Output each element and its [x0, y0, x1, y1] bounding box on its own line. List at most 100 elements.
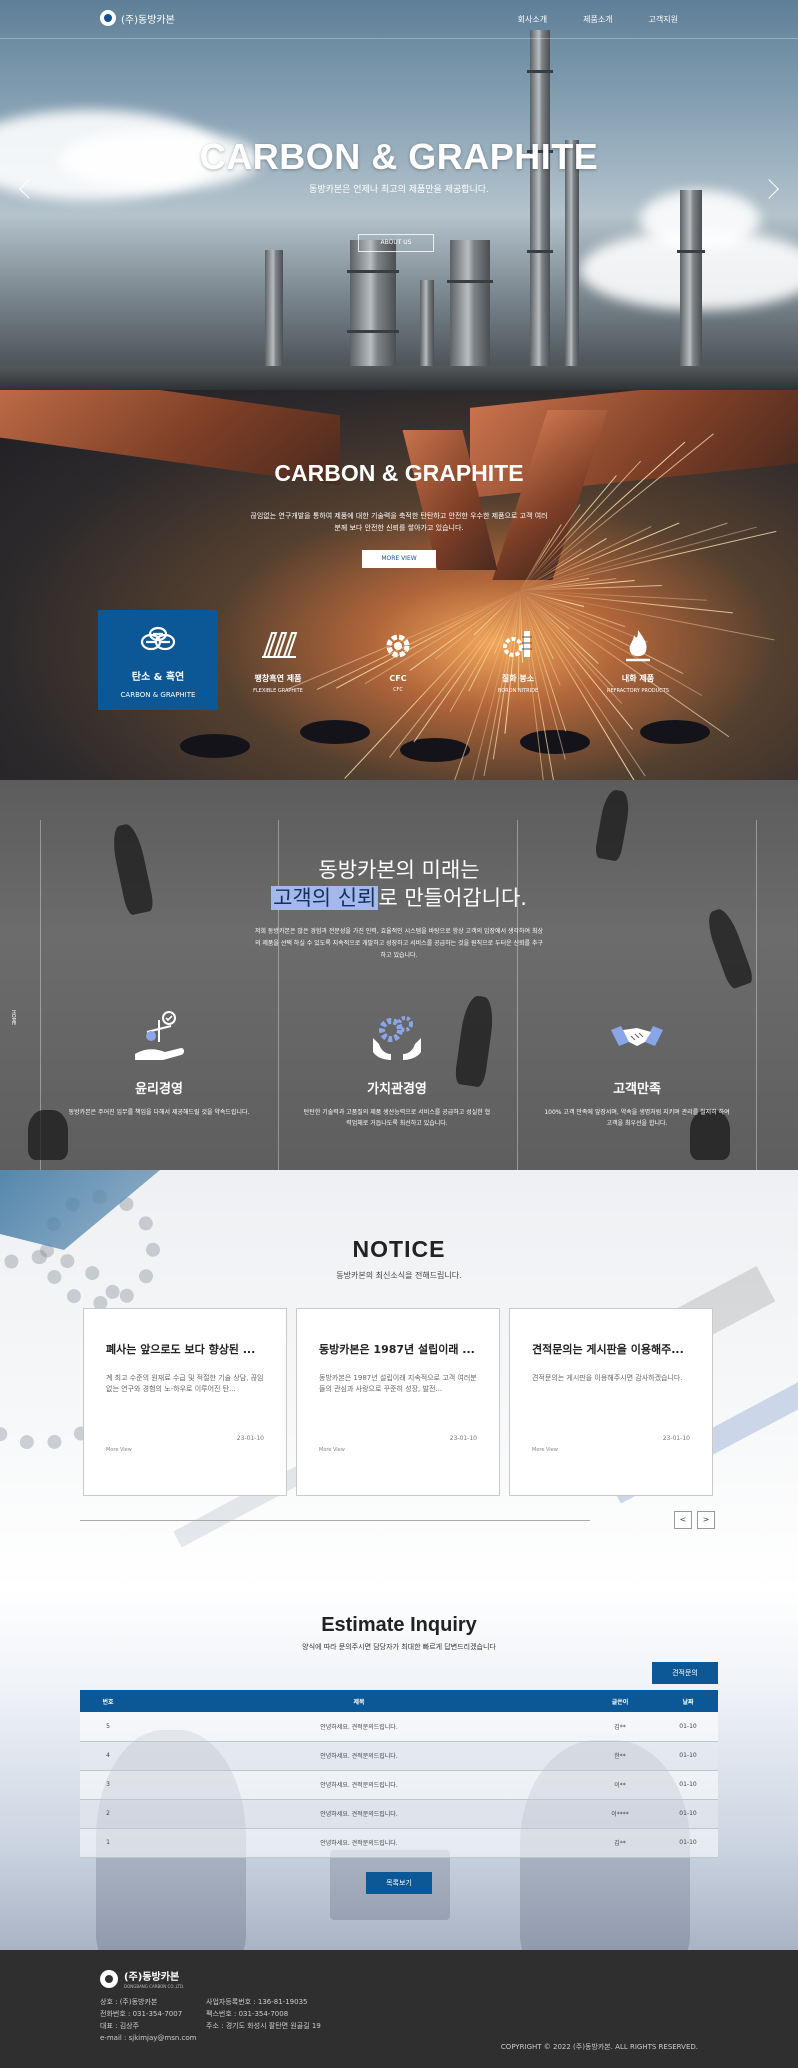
- column-header-writer: 글쓴이: [582, 1690, 658, 1712]
- table-row[interactable]: 3 안녕하세요. 견적문의드립니다. 이** 01-10: [80, 1770, 718, 1800]
- row-writer: 이****: [582, 1799, 658, 1829]
- site-logo[interactable]: (주)동방카본: [100, 10, 175, 26]
- footer-info-column: 상호 : (주)동방카본 전화번호 : 031-354-7007 대표 : 김상…: [100, 1996, 197, 2044]
- notice-next-button[interactable]: >: [697, 1511, 715, 1529]
- footer-logo[interactable]: (주)동방카본 DONGBANG CARBON CO.,LTD.: [100, 1968, 184, 1989]
- values-description: 저희 동방카본은 많은 경험과 전문성을 가진 인력, 효율적인 시스템을 바탕…: [254, 928, 544, 959]
- nav-item-support[interactable]: 고객지원: [649, 14, 678, 25]
- ethics-hand-icon: [135, 1011, 184, 1060]
- row-writer: 이**: [582, 1770, 658, 1800]
- estimate-title: Estimate Inquiry: [321, 1614, 477, 1636]
- value-text: 100% 고객 만족에 앞장서며, 약속을 생명처럼 지키며 관리를 철저히 하…: [544, 1109, 730, 1127]
- carbon-icon: [140, 626, 176, 650]
- footer-company-name: (주)동방카본: [124, 1972, 180, 1983]
- boron-nitride-icon: [503, 630, 532, 657]
- nav-item-products[interactable]: 제품소개: [583, 14, 612, 25]
- product-item-carbon[interactable]: 탄소 & 흑연 CARBON & GRAPHITE: [98, 610, 218, 710]
- values-heading: 동방카본의 미래는: [318, 858, 480, 882]
- header-divider: [0, 38, 798, 39]
- notice-section: NOTICE 동방카본의 최신소식을 전해드립니다. 폐사는 앞으로도 보다 향…: [0, 1170, 798, 1590]
- notice-card[interactable]: 동방카본은 1987년 설립이래 ... 동방카본은 1987년 설립이래 지속…: [296, 1308, 500, 1496]
- value-name: 고객만족: [613, 1082, 661, 1097]
- product-name-en: CFC: [393, 686, 403, 693]
- row-title[interactable]: 안녕하세요. 견적문의드립니다.: [136, 1770, 582, 1800]
- product-name: 내화 제품: [621, 673, 655, 683]
- notice-card[interactable]: 폐사는 앞으로도 보다 향상된 ... 계 최고 수준의 원재료 수급 및 적절…: [83, 1308, 287, 1496]
- row-title[interactable]: 안녕하세요. 견적문의드립니다.: [136, 1799, 582, 1829]
- products-description: 끊임없는 연구개발을 통하여 제품에 대한 기술력을 축적한 탄탄하고 안전한 …: [250, 512, 548, 532]
- table-row[interactable]: 4 안녕하세요. 견적문의드립니다. 한** 01-10: [80, 1741, 718, 1771]
- product-categories: 탄소 & 흑연 CARBON & GRAPHITE 팽창흑연 제품 FLEXIB…: [98, 610, 698, 710]
- value-item-ethics: 윤리경영 동방카본은 주어진 임무를 책임을 다해서 제공해드릴 것을 약속드립…: [64, 1008, 254, 1118]
- value-text: 동방카본은 주어진 임무를 책임을 다해서 제공해드릴 것을 약속드립니다.: [68, 1109, 250, 1116]
- refinery-ground: [0, 366, 798, 390]
- column-header-title: 제목: [136, 1690, 582, 1712]
- flame-icon: [626, 629, 650, 661]
- refinery-tower: [527, 30, 553, 390]
- product-item-cfc[interactable]: CFC CFC: [338, 610, 458, 710]
- notice-prev-button[interactable]: <: [674, 1511, 692, 1529]
- plate-hole: [300, 720, 370, 744]
- notice-card-date: 23-01-10: [236, 1435, 264, 1442]
- side-home-label[interactable]: HOME: [10, 1010, 16, 1025]
- row-writer: 김**: [582, 1712, 658, 1742]
- footer-fax: 팩스번호 : 031-354-7008: [206, 2010, 289, 2018]
- values-heading-line2: 고객의 신뢰로 만들어갑니다.: [0, 882, 798, 912]
- table-row[interactable]: 5 안녕하세요. 견적문의드립니다. 김** 01-10: [80, 1712, 718, 1742]
- column-header-date: 날짜: [658, 1690, 718, 1712]
- product-name-en: CARBON & GRAPHITE: [120, 690, 196, 699]
- row-date: 01-10: [658, 1828, 718, 1858]
- notice-card[interactable]: 견적문의는 게시판을 이용해주... 견적문의는 게시판을 이용해주시면 감사하…: [509, 1308, 713, 1496]
- row-number: 4: [80, 1741, 136, 1771]
- row-writer: 김**: [582, 1828, 658, 1858]
- notice-title: NOTICE: [352, 1236, 446, 1262]
- more-view-button[interactable]: MORE VIEW: [362, 550, 436, 568]
- footer-ceo: 대표 : 김상주: [100, 2022, 140, 2030]
- notice-card-date: 23-01-10: [662, 1435, 690, 1442]
- row-number: 2: [80, 1799, 136, 1829]
- row-date: 01-10: [658, 1770, 718, 1800]
- table-row[interactable]: 2 안녕하세요. 견적문의드립니다. 이**** 01-10: [80, 1799, 718, 1829]
- estimate-subtitle: 양식에 따라 문의주시면 담당자가 최대한 빠르게 답변드리겠습니다: [302, 1643, 496, 1651]
- logo-icon: [100, 10, 116, 26]
- row-date: 01-10: [658, 1741, 718, 1771]
- hero-subtitle: 동방카본은 언제나 최고의 제품만을 제공합니다.: [309, 185, 489, 195]
- hero-section: CARBON & GRAPHITE 동방카본은 언제나 최고의 제품만을 제공합…: [0, 0, 798, 390]
- notice-more-link[interactable]: More View: [532, 1447, 558, 1453]
- row-title[interactable]: 안녕하세요. 견적문의드립니다.: [136, 1712, 582, 1742]
- row-number: 3: [80, 1770, 136, 1800]
- product-name: CFC: [389, 673, 407, 683]
- product-name-en: BORON NITRIDE: [497, 687, 539, 694]
- footer-email[interactable]: e-mail : sjkimjay@msn.com: [100, 2032, 197, 2044]
- row-title[interactable]: 안녕하세요. 견적문의드립니다.: [136, 1828, 582, 1858]
- footer-business-number: 사업자등록번호 : 136-81-19035: [206, 1998, 308, 2006]
- business-person-silhouette: [28, 1110, 68, 1160]
- notice-divider: [80, 1520, 590, 1521]
- notice-subtitle: 동방카본의 최신소식을 전해드립니다.: [336, 1271, 462, 1280]
- business-person-silhouette: [703, 905, 755, 991]
- product-item-boron-nitride[interactable]: 질화 붕소 BORON NITRIDE: [458, 610, 578, 710]
- list-view-button[interactable]: 목록보기: [366, 1872, 432, 1894]
- value-item-values: 가치관경영 탄탄한 기술력과 고품질의 제품 생산능력으로 서비스를 공급하고 …: [302, 1008, 492, 1129]
- products-section: CARBON & GRAPHITE 끊임없는 연구개발을 통하여 제품에 대한 …: [0, 390, 798, 780]
- notice-more-link[interactable]: More View: [319, 1447, 345, 1453]
- notice-more-link[interactable]: More View: [106, 1447, 132, 1453]
- gears-hands-icon: [373, 1016, 421, 1060]
- notice-card-title: 견적문의는 게시판을 이용해주...: [532, 1343, 684, 1356]
- notice-card-date: 23-01-10: [449, 1435, 477, 1442]
- product-item-refractory[interactable]: 내화 제품 REFRACTORY PRODUCTS: [578, 610, 698, 710]
- nav-item-company[interactable]: 회사소개: [518, 14, 547, 25]
- product-item-flexible-graphite[interactable]: 팽창흑연 제품 FLEXIBLE GRAPHITE: [218, 610, 338, 710]
- row-number: 5: [80, 1712, 136, 1742]
- footer-phone: 전화번호 : 031-354-7007: [100, 2010, 183, 2018]
- product-name: 팽창흑연 제품: [254, 673, 302, 683]
- column-header-number: 번호: [80, 1690, 136, 1712]
- values-section: HOME 동방카본의 미래는 고객의 신뢰로 만들어갑니다. 저희 동방카본은 …: [0, 780, 798, 1170]
- about-us-button[interactable]: ABOUT US: [358, 234, 434, 252]
- table-row[interactable]: 1 안녕하세요. 견적문의드립니다. 김** 01-10: [80, 1828, 718, 1858]
- footer-address: 주소 : 경기도 화성시 팔탄면 원골길 19: [206, 2022, 321, 2030]
- estimate-write-button[interactable]: 견적문의: [652, 1662, 718, 1684]
- plate-hole: [640, 720, 710, 744]
- row-title[interactable]: 안녕하세요. 견적문의드립니다.: [136, 1741, 582, 1771]
- site-header: (주)동방카본 회사소개 제품소개 고객지원: [0, 0, 798, 40]
